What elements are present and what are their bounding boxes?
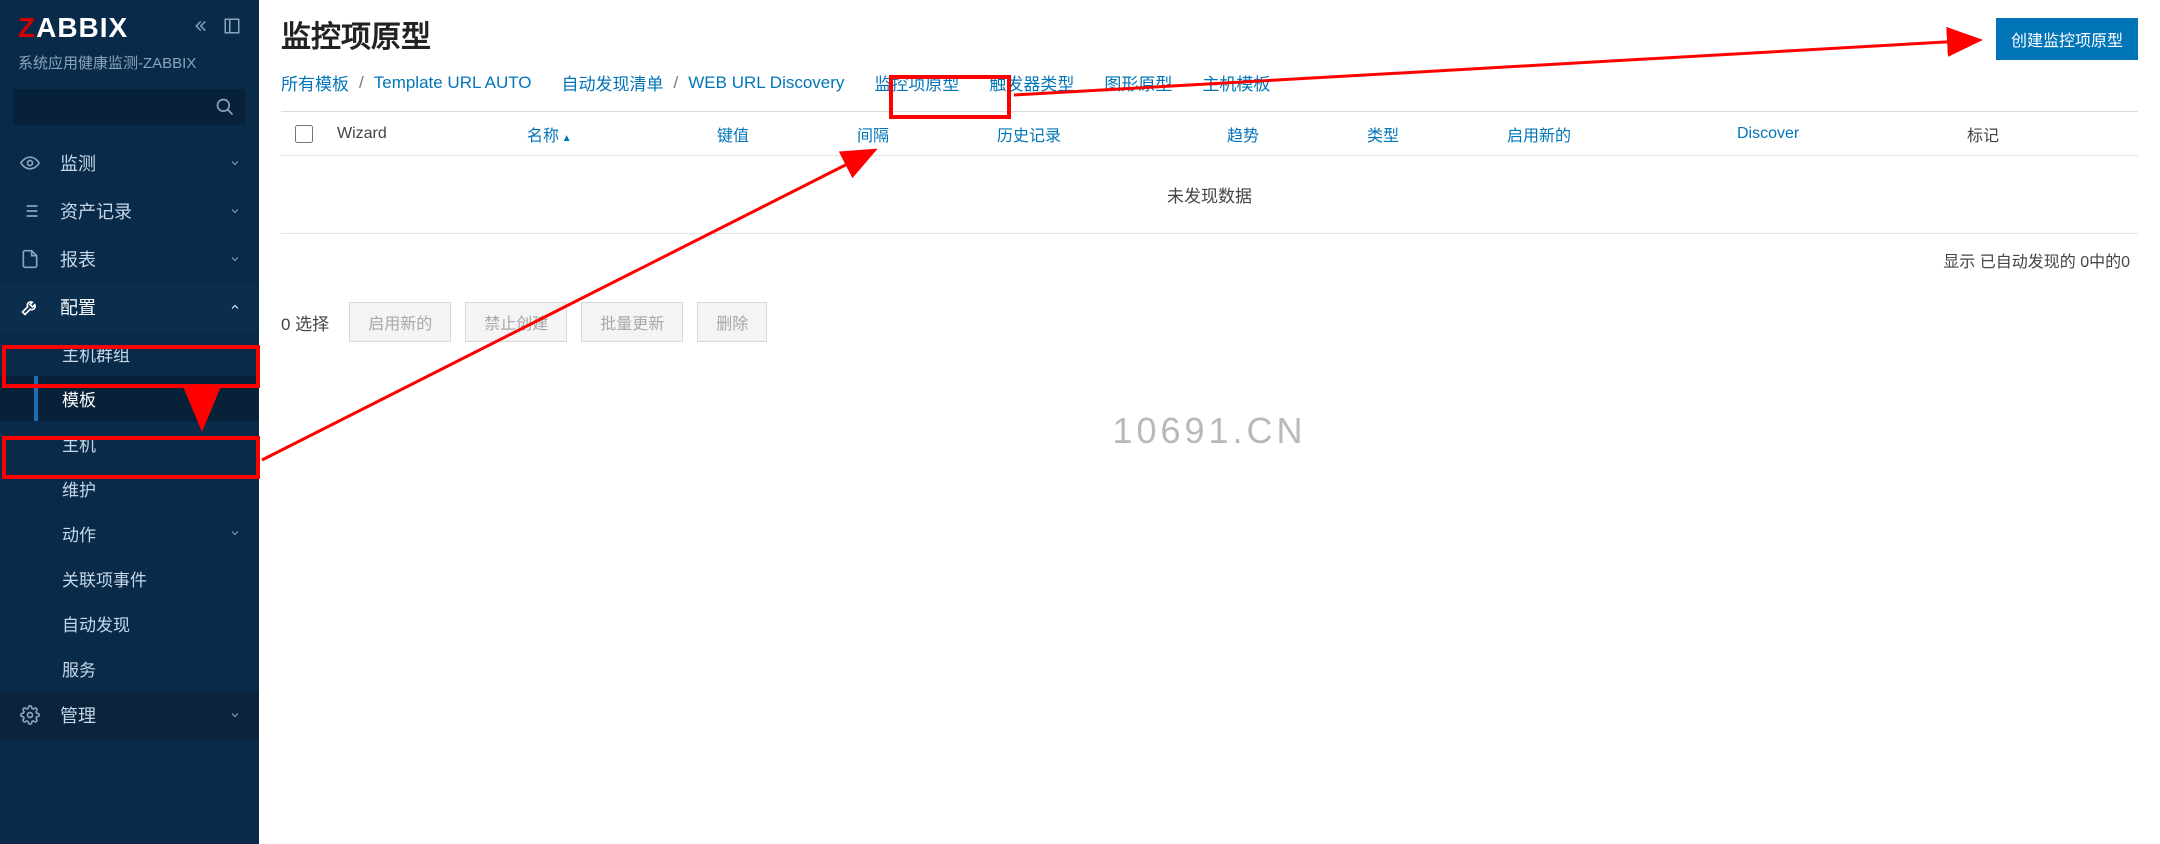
page-title: 监控项原型 — [281, 12, 2138, 56]
breadcrumb-sep: / — [359, 73, 364, 93]
crumb-graph-proto[interactable]: 图形原型 — [1104, 70, 1172, 95]
sub-templates[interactable]: 模板 — [0, 376, 259, 421]
chevron-down-icon — [229, 201, 241, 222]
nav-administration[interactable]: 管理 — [0, 691, 259, 739]
crumb-template[interactable]: Template URL AUTO — [374, 73, 532, 93]
chevron-down-icon — [229, 249, 241, 270]
select-all-checkbox[interactable] — [281, 125, 327, 143]
col-trends[interactable]: 趋势 — [1217, 122, 1357, 146]
brand-row: ZABBIX — [0, 0, 259, 52]
chevron-down-icon — [229, 153, 241, 174]
action-bar: 0 选择 启用新的 禁止创建 批量更新 删除 — [281, 302, 2138, 342]
sidebar-subtitle: 系统应用健康监测-ZABBIX — [0, 52, 259, 83]
chevron-up-icon — [229, 297, 241, 318]
col-name[interactable]: 名称 — [517, 122, 707, 146]
selected-count: 0 选择 — [281, 310, 329, 335]
expand-icon[interactable] — [223, 17, 241, 40]
watermark-text: 10691.CN — [1112, 410, 1306, 452]
sub-correlation[interactable]: 关联项事件 — [0, 556, 259, 601]
nav-inventory[interactable]: 资产记录 — [0, 187, 259, 235]
col-type[interactable]: 类型 — [1357, 122, 1497, 146]
breadcrumb: 所有模板 / Template URL AUTO 自动发现清单 / WEB UR… — [281, 70, 2138, 95]
crumb-host-proto[interactable]: 主机模板 — [1202, 70, 1270, 95]
brand-z: Z — [18, 12, 36, 43]
col-history[interactable]: 历史记录 — [987, 122, 1217, 146]
enable-button[interactable]: 启用新的 — [349, 302, 451, 342]
wrench-icon — [18, 297, 42, 317]
brand-rest: ABBIX — [36, 12, 128, 43]
col-interval[interactable]: 间隔 — [847, 122, 987, 146]
nav-administration-label: 管理 — [60, 702, 96, 728]
nav-configuration-label: 配置 — [60, 294, 96, 320]
sub-maintenance[interactable]: 维护 — [0, 466, 259, 511]
chevron-down-icon — [229, 524, 241, 544]
nav-inventory-label: 资产记录 — [60, 198, 132, 224]
config-submenu: 主机群组 模板 主机 维护 动作 关联项事件 自动发现 服务 — [0, 331, 259, 691]
collapse-icon[interactable] — [191, 17, 209, 40]
crumb-trigger-proto[interactable]: 触发器类型 — [989, 70, 1074, 95]
nav-reports-label: 报表 — [60, 246, 96, 272]
nav-configuration[interactable]: 配置 — [0, 283, 259, 331]
col-discover[interactable]: Discover — [1727, 125, 1957, 143]
breadcrumb-sep: / — [674, 73, 679, 93]
list-icon — [18, 201, 42, 221]
col-enable[interactable]: 启用新的 — [1497, 122, 1727, 146]
search-icon — [215, 97, 235, 117]
main-content: 监控项原型 创建监控项原型 所有模板 / Template URL AUTO 自… — [259, 0, 2160, 844]
delete-button[interactable]: 删除 — [697, 302, 767, 342]
sub-discovery[interactable]: 自动发现 — [0, 601, 259, 646]
create-item-prototype-button[interactable]: 创建监控项原型 — [1996, 18, 2138, 60]
table-header: Wizard 名称 键值 间隔 历史记录 趋势 类型 启用新的 Discover… — [281, 112, 2138, 156]
nav-monitoring[interactable]: 监测 — [0, 139, 259, 187]
col-tags: 标记 — [1957, 122, 2138, 146]
disable-button[interactable]: 禁止创建 — [465, 302, 567, 342]
chevron-down-icon — [229, 705, 241, 726]
no-data-row: 未发现数据 — [281, 156, 2138, 234]
sub-actions[interactable]: 动作 — [0, 511, 259, 556]
search-input[interactable] — [14, 89, 245, 125]
col-wizard: Wizard — [327, 125, 517, 143]
table-summary: 显示 已自动发现的 0中的0 — [281, 234, 2138, 286]
nav-monitoring-label: 监测 — [60, 150, 96, 176]
sub-hosts[interactable]: 主机 — [0, 421, 259, 466]
items-table: Wizard 名称 键值 间隔 历史记录 趋势 类型 启用新的 Discover… — [281, 111, 2138, 286]
gear-icon — [18, 705, 42, 725]
col-key[interactable]: 键值 — [707, 122, 847, 146]
crumb-auto-discovery[interactable]: 自动发现清单 — [562, 70, 664, 95]
crumb-all-templates[interactable]: 所有模板 — [281, 70, 349, 95]
sub-services[interactable]: 服务 — [0, 646, 259, 691]
crumb-web-discovery[interactable]: WEB URL Discovery — [688, 73, 844, 93]
crumb-item-proto[interactable]: 监控项原型 — [874, 70, 959, 95]
eye-icon — [18, 153, 42, 173]
brand-logo[interactable]: ZABBIX — [18, 12, 128, 44]
sidebar: ZABBIX 系统应用健康监测-ZABBIX 监测 资产记录 报表 配置 — [0, 0, 259, 844]
document-icon — [18, 249, 42, 269]
sub-hostgroups[interactable]: 主机群组 — [0, 331, 259, 376]
nav-reports[interactable]: 报表 — [0, 235, 259, 283]
mass-update-button[interactable]: 批量更新 — [581, 302, 683, 342]
